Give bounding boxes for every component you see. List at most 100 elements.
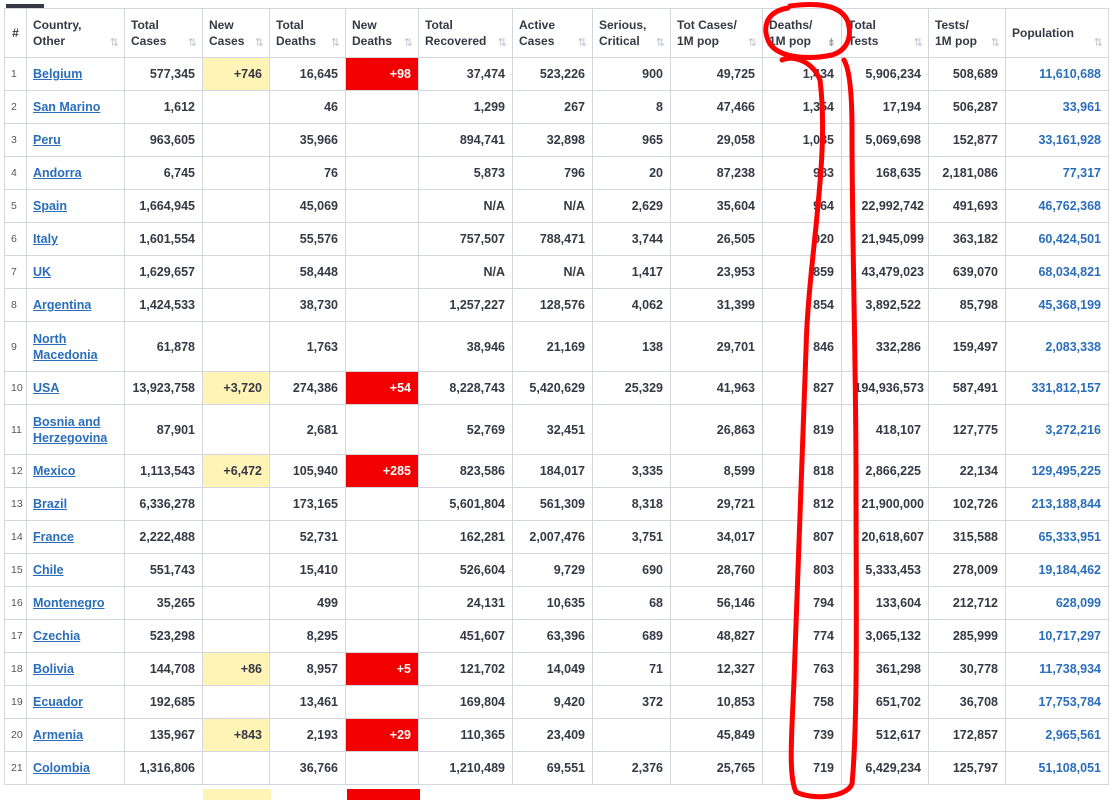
cell-serious-critical: 138 [592, 321, 671, 372]
sort-arrows-icon[interactable]: ⇅ [331, 35, 340, 51]
cell-total-deaths: 16,645 [269, 57, 346, 91]
cell-population[interactable]: 11,610,688 [1005, 57, 1109, 91]
country-link[interactable]: UK [33, 265, 51, 279]
country-link[interactable]: San Marino [33, 100, 100, 114]
column-header-total-recovered[interactable]: Total Recovered ⇅ [418, 8, 513, 58]
cell-population[interactable]: 2,083,338 [1005, 321, 1109, 372]
country-link[interactable]: Peru [33, 133, 61, 147]
sort-arrows-icon[interactable]: ⇅ [1094, 35, 1103, 51]
column-header-country[interactable]: Country, Other ⇅ [26, 8, 125, 58]
cell-total-tests: 3,892,522 [841, 288, 929, 322]
cell-tests-1m: 22,134 [928, 454, 1006, 488]
country-link[interactable]: Bosnia and Herzegovina [33, 415, 107, 445]
country-link[interactable]: USA [33, 381, 59, 395]
cell-deaths-1m: 763 [762, 652, 842, 686]
cell-population[interactable]: 45,368,199 [1005, 288, 1109, 322]
cell-population[interactable]: 19,184,462 [1005, 553, 1109, 587]
country-link[interactable]: Andorra [33, 166, 82, 180]
sort-arrows-icon[interactable]: ⇅ [914, 35, 923, 51]
sort-arrows-icon[interactable]: ⇅ [991, 35, 1000, 51]
sort-arrows-icon[interactable]: ⇅ [255, 35, 264, 51]
sort-arrows-icon[interactable]: ⇅ [404, 35, 413, 51]
cell-total-recovered: 162,281 [418, 520, 513, 554]
cell-new-deaths [345, 487, 419, 521]
sort-arrows-icon[interactable]: ⇅ [188, 35, 197, 51]
cell-population[interactable]: 3,272,216 [1005, 404, 1109, 455]
sort-arrows-icon[interactable]: ⇅ [498, 35, 507, 51]
country-link[interactable]: Montenegro [33, 596, 105, 610]
cell-tot-cases-1m: 49,725 [670, 57, 763, 91]
cell-population[interactable]: 2,965,561 [1005, 718, 1109, 752]
column-header-new-deaths[interactable]: New Deaths ⇅ [345, 8, 419, 58]
cell-new-deaths: +29 [345, 718, 419, 752]
cell-new-deaths [345, 520, 419, 554]
cell-total-deaths: 55,576 [269, 222, 346, 256]
country-link[interactable]: Czechia [33, 629, 80, 643]
sort-arrows-icon[interactable]: ⇅ [656, 35, 665, 51]
cell-total-cases: 1,113,543 [124, 454, 203, 488]
sort-arrows-icon[interactable]: ⇅ [748, 35, 757, 51]
column-header-serious-critical[interactable]: Serious, Critical ⇅ [592, 8, 671, 58]
country-link[interactable]: Mexico [33, 464, 75, 478]
column-header-label: Total Recovered [425, 18, 487, 48]
cell-new-cases [202, 487, 270, 521]
cell-population[interactable]: 51,108,051 [1005, 751, 1109, 785]
cell-population[interactable]: 33,161,928 [1005, 123, 1109, 157]
column-header-deaths-per-1m[interactable]: Deaths/1M pop ⇟ [762, 8, 842, 58]
country-link[interactable]: Spain [33, 199, 67, 213]
cell-country: Mexico [26, 454, 125, 488]
cell-tot-cases-1m: 47,466 [670, 90, 763, 124]
cell-population[interactable]: 628,099 [1005, 586, 1109, 620]
cell-population[interactable]: 213,188,844 [1005, 487, 1109, 521]
cell-total-cases: 1,316,806 [124, 751, 203, 785]
country-link[interactable]: Italy [33, 232, 58, 246]
cell-new-deaths [345, 189, 419, 223]
country-link[interactable]: Chile [33, 563, 64, 577]
cell-deaths-1m: 719 [762, 751, 842, 785]
cell-population[interactable]: 46,762,368 [1005, 189, 1109, 223]
sort-descending-icon[interactable]: ⇟ [827, 35, 836, 51]
country-link[interactable]: Brazil [33, 497, 67, 511]
cell-total-cases: 1,664,945 [124, 189, 203, 223]
country-link[interactable]: Armenia [33, 728, 83, 742]
cell-population[interactable]: 60,424,501 [1005, 222, 1109, 256]
country-link[interactable]: France [33, 530, 74, 544]
cell-tot-cases-1m: 87,238 [670, 156, 763, 190]
country-link[interactable]: Argentina [33, 298, 91, 312]
cell-population[interactable]: 129,495,225 [1005, 454, 1109, 488]
cell-total-recovered: 52,769 [418, 404, 513, 455]
cell-total-deaths: 1,763 [269, 321, 346, 372]
country-link[interactable]: Colombia [33, 761, 90, 775]
column-header-total-cases[interactable]: Total Cases ⇅ [124, 8, 203, 58]
cell-population[interactable]: 331,812,157 [1005, 371, 1109, 405]
cell-active-cases: 21,169 [512, 321, 593, 372]
cell-population[interactable]: 33,961 [1005, 90, 1109, 124]
column-header-total-tests[interactable]: Total Tests ⇅ [841, 8, 929, 58]
table-row: 3 Peru 963,605 35,966 894,741 32,898 965 29,058… [4, 123, 1109, 157]
cell-new-deaths [345, 586, 419, 620]
cell-population[interactable]: 68,034,821 [1005, 255, 1109, 289]
country-link[interactable]: Ecuador [33, 695, 83, 709]
country-link[interactable]: Belgium [33, 67, 82, 81]
table-row: 16 Montenegro 35,265 499 24,131 10,635 68 56,14… [4, 586, 1109, 620]
sort-arrows-icon[interactable]: ⇅ [110, 35, 119, 51]
cell-population[interactable]: 10,717,297 [1005, 619, 1109, 653]
column-header-new-cases[interactable]: New Cases ⇅ [202, 8, 270, 58]
sort-arrows-icon[interactable]: ⇅ [578, 35, 587, 51]
cell-active-cases: 23,409 [512, 718, 593, 752]
cell-population[interactable]: 17,753,784 [1005, 685, 1109, 719]
column-header-rank[interactable]: # [4, 8, 27, 58]
column-header-tests-per-1m[interactable]: Tests/1M pop ⇅ [928, 8, 1006, 58]
column-header-total-deaths[interactable]: Total Deaths ⇅ [269, 8, 346, 58]
cell-population[interactable]: 65,333,951 [1005, 520, 1109, 554]
column-header-active-cases[interactable]: Active Cases ⇅ [512, 8, 593, 58]
country-link[interactable]: North Macedonia [33, 332, 98, 362]
cell-population[interactable]: 11,738,934 [1005, 652, 1109, 686]
country-link[interactable]: Bolivia [33, 662, 74, 676]
table-row: 7 UK 1,629,657 58,448 N/A N/A 1,417 23,953 859 43… [4, 255, 1109, 289]
cell-population[interactable]: 77,317 [1005, 156, 1109, 190]
column-header-tot-cases-per-1m[interactable]: Tot Cases/1M pop ⇅ [670, 8, 763, 58]
cell-country: Czechia [26, 619, 125, 653]
cell-tests-1m: 159,497 [928, 321, 1006, 372]
column-header-population[interactable]: Population ⇅ [1005, 8, 1109, 58]
